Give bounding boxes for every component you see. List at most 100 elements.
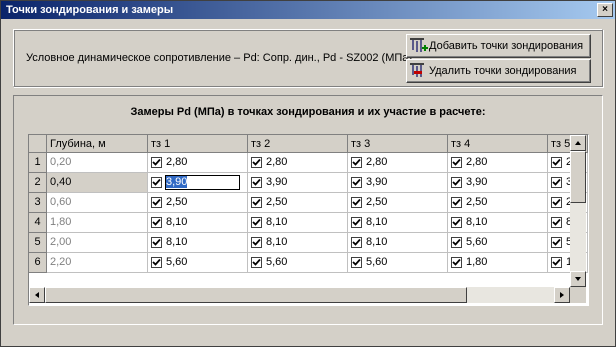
row-header[interactable]: 5 [29, 233, 47, 253]
measurement-value: 8,10 [166, 236, 188, 248]
include-checkbox[interactable] [351, 177, 362, 188]
depth-cell[interactable]: 1,80 [47, 213, 148, 233]
measurement-value: 8,10 [166, 216, 188, 228]
column-header-tz2[interactable]: тз 2 [248, 135, 348, 153]
include-checkbox[interactable] [251, 257, 262, 268]
measurement-cell[interactable]: 8,10 [448, 213, 548, 233]
row-header[interactable]: 2 [29, 173, 47, 193]
measurement-cell[interactable]: 5,60 [448, 233, 548, 253]
vertical-scrollbar[interactable] [570, 135, 586, 287]
measurement-value: 2,50 [266, 196, 288, 208]
measurement-cell[interactable]: 2,80 [448, 153, 548, 173]
include-checkbox[interactable] [151, 257, 162, 268]
include-checkbox[interactable] [151, 177, 162, 188]
measurement-cell[interactable]: 2,50 [148, 193, 248, 213]
measurement-cell[interactable]: 8,10 [248, 233, 348, 253]
measurement-cell[interactable]: 3,90 [348, 173, 448, 193]
include-checkbox[interactable] [251, 217, 262, 228]
measurement-cell[interactable]: 8,10 [148, 213, 248, 233]
column-header-tz4[interactable]: тз 4 [448, 135, 548, 153]
depth-cell[interactable]: 0,60 [47, 193, 148, 213]
measurement-cell[interactable]: 5,60 [348, 253, 448, 273]
measurement-cell[interactable]: 2,80 [248, 153, 348, 173]
measurement-cell[interactable]: 8,10 [248, 213, 348, 233]
measurement-value: 3,90 [266, 176, 288, 188]
scroll-corner [570, 287, 586, 303]
measurements-title: Замеры Pd (МПа) в точках зондирования и … [130, 106, 486, 118]
add-points-icon [410, 38, 428, 52]
row-header[interactable]: 4 [29, 213, 47, 233]
include-checkbox[interactable] [251, 197, 262, 208]
title-bar: Точки зондирования и замеры × [1, 1, 615, 19]
include-checkbox[interactable] [451, 177, 462, 188]
measurement-cell[interactable]: 3,90 [148, 173, 248, 193]
include-checkbox[interactable] [551, 177, 562, 188]
include-checkbox[interactable] [351, 197, 362, 208]
close-button[interactable]: × [597, 3, 613, 17]
measurement-cell[interactable]: 2,50 [348, 193, 448, 213]
include-checkbox[interactable] [451, 257, 462, 268]
horizontal-scrollbar[interactable] [29, 287, 570, 303]
include-checkbox[interactable] [551, 237, 562, 248]
measurement-cell[interactable]: 3,90 [248, 173, 348, 193]
include-checkbox[interactable] [251, 237, 262, 248]
measurement-cell[interactable]: 2,80 [148, 153, 248, 173]
include-checkbox[interactable] [451, 237, 462, 248]
measurement-value: 3,90 [366, 176, 388, 188]
measurement-value: 8,10 [266, 216, 288, 228]
scroll-up-button[interactable] [570, 135, 586, 151]
include-checkbox[interactable] [351, 157, 362, 168]
include-checkbox[interactable] [151, 197, 162, 208]
measurement-cell[interactable]: 8,10 [348, 213, 448, 233]
include-checkbox[interactable] [251, 157, 262, 168]
measurement-cell[interactable]: 3,90 [448, 173, 548, 193]
include-checkbox[interactable] [551, 157, 562, 168]
row-header[interactable]: 3 [29, 193, 47, 213]
row-header[interactable]: 1 [29, 153, 47, 173]
include-checkbox[interactable] [151, 157, 162, 168]
vertical-scroll-thumb[interactable] [570, 151, 586, 203]
grid-corner-header [29, 135, 47, 153]
scroll-down-button[interactable] [570, 271, 586, 287]
cell-editor-input[interactable]: 3,90 [165, 175, 240, 190]
row-header[interactable]: 6 [29, 253, 47, 273]
include-checkbox[interactable] [451, 217, 462, 228]
measurement-cell[interactable]: 2,80 [348, 153, 448, 173]
scroll-left-button[interactable] [29, 287, 45, 303]
measurement-value: 3,90 [466, 176, 488, 188]
measurement-value: 2,50 [166, 196, 188, 208]
top-panel: Условное динамическое сопротивление – Pd… [13, 29, 603, 87]
depth-cell[interactable]: 2,00 [47, 233, 148, 253]
measurement-cell[interactable]: 8,10 [348, 233, 448, 253]
scroll-right-button[interactable] [554, 287, 570, 303]
horizontal-scroll-thumb[interactable] [45, 287, 467, 303]
include-checkbox[interactable] [451, 197, 462, 208]
include-checkbox[interactable] [351, 217, 362, 228]
include-checkbox[interactable] [551, 217, 562, 228]
include-checkbox[interactable] [151, 217, 162, 228]
measurements-grid[interactable]: Глубина, м тз 1 тз 2 тз 3 тз 4 тз 5 1 0,2… [28, 134, 589, 306]
column-header-tz3[interactable]: тз 3 [348, 135, 448, 153]
measurement-cell[interactable]: 5,60 [148, 253, 248, 273]
include-checkbox[interactable] [351, 237, 362, 248]
depth-cell[interactable]: 0,20 [47, 153, 148, 173]
include-checkbox[interactable] [551, 257, 562, 268]
include-checkbox[interactable] [351, 257, 362, 268]
include-checkbox[interactable] [451, 157, 462, 168]
depth-cell[interactable]: 0,40 [47, 173, 148, 193]
measurement-cell[interactable]: 1,80 [448, 253, 548, 273]
add-points-label: Добавить точки зондирования [429, 40, 584, 52]
include-checkbox[interactable] [251, 177, 262, 188]
measurement-value: 2,80 [366, 156, 388, 168]
include-checkbox[interactable] [551, 197, 562, 208]
column-header-tz1[interactable]: тз 1 [148, 135, 248, 153]
measurement-cell[interactable]: 2,50 [248, 193, 348, 213]
add-points-button[interactable]: Добавить точки зондирования [406, 34, 591, 58]
delete-points-button[interactable]: Удалить точки зондирования [406, 59, 591, 83]
include-checkbox[interactable] [151, 237, 162, 248]
measurement-cell[interactable]: 5,60 [248, 253, 348, 273]
depth-cell[interactable]: 2,20 [47, 253, 148, 273]
measurement-cell[interactable]: 8,10 [148, 233, 248, 253]
column-header-depth[interactable]: Глубина, м [47, 135, 148, 153]
measurement-cell[interactable]: 2,50 [448, 193, 548, 213]
